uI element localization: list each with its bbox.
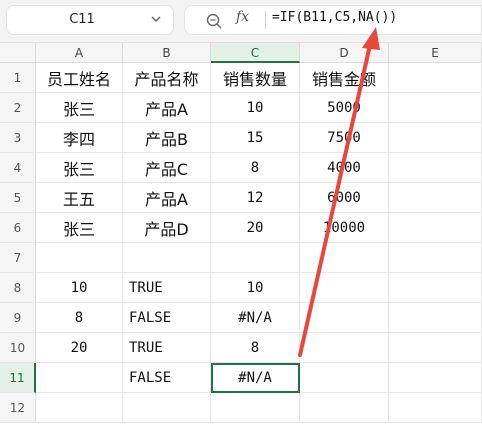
cell-d2[interactable]: 5000 bbox=[300, 93, 389, 123]
cell-b4[interactable]: 产品C bbox=[123, 153, 211, 183]
column-header-a[interactable]: A bbox=[36, 43, 123, 63]
cell-a9[interactable]: 8 bbox=[36, 303, 123, 333]
row-header-5[interactable]: 5 bbox=[0, 183, 36, 213]
cell-b11[interactable]: FALSE bbox=[123, 363, 211, 393]
cell-e12[interactable] bbox=[389, 393, 482, 423]
cell-b6[interactable]: 产品D bbox=[123, 213, 211, 243]
cell-c3[interactable]: 15 bbox=[211, 123, 300, 153]
cell-a2[interactable]: 张三 bbox=[36, 93, 123, 123]
cell-c7[interactable] bbox=[211, 243, 300, 273]
name-box[interactable]: C11 bbox=[6, 5, 174, 35]
cell-b8[interactable]: TRUE bbox=[123, 273, 211, 303]
cell-e3[interactable] bbox=[389, 123, 482, 153]
cell-e4[interactable] bbox=[389, 153, 482, 183]
cell-d7[interactable] bbox=[300, 243, 389, 273]
cell-a8[interactable]: 10 bbox=[36, 273, 123, 303]
formula-bar: C11 fx =IF(B11,C5,NA()) bbox=[0, 0, 482, 42]
cell-a10[interactable]: 20 bbox=[36, 333, 123, 363]
cell-a11[interactable] bbox=[36, 363, 123, 393]
cell-d12[interactable] bbox=[300, 393, 389, 423]
cell-b3[interactable]: 产品B bbox=[123, 123, 211, 153]
cell-d10[interactable] bbox=[300, 333, 389, 363]
cell-e2[interactable] bbox=[389, 93, 482, 123]
column-header-b[interactable]: B bbox=[123, 43, 211, 63]
row-header-7[interactable]: 7 bbox=[0, 243, 36, 273]
cell-d3[interactable]: 7500 bbox=[300, 123, 389, 153]
cell-d4[interactable]: 4000 bbox=[300, 153, 389, 183]
formula-input-area[interactable]: fx =IF(B11,C5,NA()) bbox=[184, 5, 482, 35]
row-header-6[interactable]: 6 bbox=[0, 213, 36, 243]
cell-a6[interactable]: 张三 bbox=[36, 213, 123, 243]
row-header-1[interactable]: 1 bbox=[0, 63, 36, 93]
cell-a7[interactable] bbox=[36, 243, 123, 273]
cell-e5[interactable] bbox=[389, 183, 482, 213]
fx-icon[interactable]: fx bbox=[236, 9, 249, 25]
formula-text[interactable]: =IF(B11,C5,NA()) bbox=[272, 10, 397, 25]
row-header-10[interactable]: 10 bbox=[0, 333, 36, 363]
row-header-4[interactable]: 4 bbox=[0, 153, 36, 183]
select-all-corner[interactable] bbox=[0, 43, 36, 63]
cell-a12[interactable] bbox=[36, 393, 123, 423]
cell-c12[interactable] bbox=[211, 393, 300, 423]
cell-a4[interactable]: 张三 bbox=[36, 153, 123, 183]
cell-c10[interactable]: 8 bbox=[211, 333, 300, 363]
cell-e8[interactable] bbox=[389, 273, 482, 303]
row-header-2[interactable]: 2 bbox=[0, 93, 36, 123]
cell-c2[interactable]: 10 bbox=[211, 93, 300, 123]
cell-b2[interactable]: 产品A bbox=[123, 93, 211, 123]
row-header-3[interactable]: 3 bbox=[0, 123, 36, 153]
row-header-11[interactable]: 11 bbox=[0, 363, 36, 393]
cell-b7[interactable] bbox=[123, 243, 211, 273]
cell-c1[interactable]: 销售数量 bbox=[211, 63, 300, 93]
column-header-c[interactable]: C bbox=[211, 43, 300, 63]
cell-e10[interactable] bbox=[389, 333, 482, 363]
cell-a1[interactable]: 员工姓名 bbox=[36, 63, 123, 93]
cell-b9[interactable]: FALSE bbox=[123, 303, 211, 333]
zoom-icon[interactable] bbox=[205, 12, 223, 30]
cell-d11[interactable] bbox=[300, 363, 389, 393]
cell-e1[interactable] bbox=[389, 63, 482, 93]
column-header-e[interactable]: E bbox=[389, 43, 482, 63]
cell-e7[interactable] bbox=[389, 243, 482, 273]
cell-b10[interactable]: TRUE bbox=[123, 333, 211, 363]
cell-b5[interactable]: 产品A bbox=[123, 183, 211, 213]
cell-c5[interactable]: 12 bbox=[211, 183, 300, 213]
cell-b1[interactable]: 产品名称 bbox=[123, 63, 211, 93]
selected-cell-outline bbox=[211, 363, 300, 393]
row-header-8[interactable]: 8 bbox=[0, 273, 36, 303]
cell-c8[interactable]: 10 bbox=[211, 273, 300, 303]
cell-c9[interactable]: #N/A bbox=[211, 303, 300, 333]
cell-d9[interactable] bbox=[300, 303, 389, 333]
cell-e11[interactable] bbox=[389, 363, 482, 393]
cell-c6[interactable]: 20 bbox=[211, 213, 300, 243]
chevron-down-icon[interactable] bbox=[149, 12, 163, 26]
formula-separator bbox=[265, 11, 266, 29]
name-box-value: C11 bbox=[69, 12, 95, 27]
cell-d8[interactable] bbox=[300, 273, 389, 303]
cell-a3[interactable]: 李四 bbox=[36, 123, 123, 153]
cell-d5[interactable]: 6000 bbox=[300, 183, 389, 213]
row-header-12[interactable]: 12 bbox=[0, 393, 36, 423]
cell-d6[interactable]: 10000 bbox=[300, 213, 389, 243]
cell-e6[interactable] bbox=[389, 213, 482, 243]
cell-a5[interactable]: 王五 bbox=[36, 183, 123, 213]
cell-b12[interactable] bbox=[123, 393, 211, 423]
row-header-9[interactable]: 9 bbox=[0, 303, 36, 333]
cell-e9[interactable] bbox=[389, 303, 482, 333]
cell-c4[interactable]: 8 bbox=[211, 153, 300, 183]
cell-d1[interactable]: 销售金额 bbox=[300, 63, 389, 93]
column-header-d[interactable]: D bbox=[300, 43, 389, 63]
